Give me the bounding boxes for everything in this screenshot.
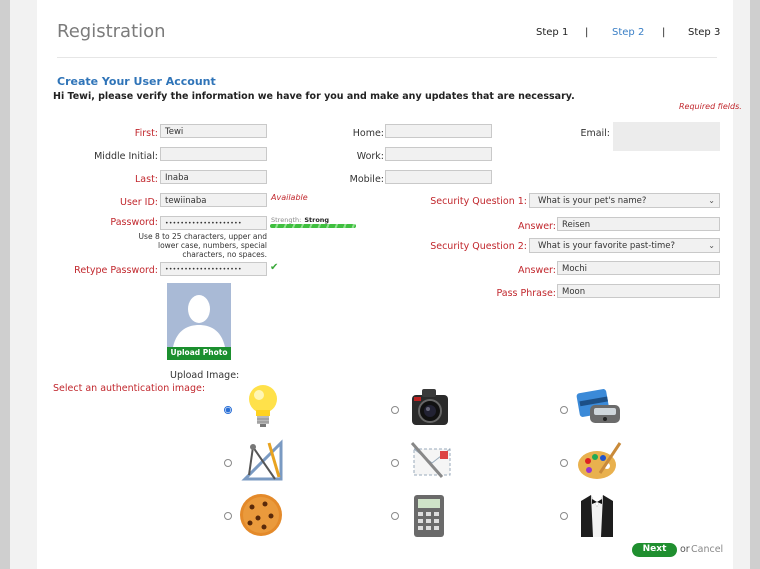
home-phone-input[interactable]: [385, 124, 492, 138]
strength-meter-track: [270, 224, 356, 228]
home-phone-label: Home:: [352, 128, 384, 139]
user-id-input[interactable]: tewiinaba: [160, 193, 267, 207]
step-2-link[interactable]: Step 2: [612, 27, 644, 38]
security-question-2-label: Security Question 2:: [430, 241, 527, 252]
mobile-phone-input[interactable]: [385, 170, 492, 184]
security-question-2-value: What is your favorite past-time?: [538, 241, 676, 251]
last-name-label: Last:: [135, 174, 158, 185]
header-divider: [57, 57, 717, 58]
answer-2-label: Answer:: [517, 265, 556, 276]
section-heading: Create Your User Account: [57, 75, 216, 88]
email-field-redacted[interactable]: [613, 122, 720, 151]
upload-image-label: Upload Image:: [170, 370, 240, 381]
upload-photo-button[interactable]: Upload Photo: [167, 347, 231, 360]
pass-phrase-label: Pass Phrase:: [496, 288, 556, 299]
answer-2-input[interactable]: Mochi: [557, 261, 720, 275]
step-1-link[interactable]: Step 1: [536, 27, 568, 38]
auth-image-label: Select an authentication image:: [53, 383, 206, 394]
page-title: Registration: [57, 21, 166, 42]
security-question-1-value: What is your pet's name?: [538, 196, 647, 206]
calculator-icon[interactable]: [412, 493, 446, 542]
or-text: or: [680, 544, 690, 555]
password-input[interactable]: ••••••••••••••••••••: [160, 216, 267, 230]
user-id-label: User ID:: [120, 197, 158, 208]
auth-radio-drafting-tools[interactable]: [224, 459, 232, 467]
next-button[interactable]: Next: [632, 543, 677, 557]
credit-card-icon[interactable]: [576, 387, 622, 430]
auth-radio-camera[interactable]: [391, 406, 399, 414]
step-separator: |: [662, 27, 666, 38]
envelope-icon[interactable]: [408, 439, 454, 486]
step-separator: |: [585, 27, 589, 38]
profile-photo: [167, 283, 231, 347]
password-hint: Use 8 to 25 characters, upper and lower …: [130, 232, 267, 259]
camera-icon[interactable]: [410, 385, 450, 434]
security-question-2-select[interactable]: What is your favorite past-time? ⌄: [529, 238, 720, 253]
auth-radio-envelope[interactable]: [391, 459, 399, 467]
pass-phrase-input[interactable]: Moon: [557, 284, 720, 298]
auth-radio-cookie[interactable]: [224, 512, 232, 520]
security-question-1-label: Security Question 1:: [430, 196, 527, 207]
auth-radio-calculator[interactable]: [391, 512, 399, 520]
work-phone-input[interactable]: [385, 147, 492, 161]
password-hint-line: Use 8 to 25 characters, upper and: [138, 232, 267, 241]
required-fields-note: Required fields.: [679, 102, 742, 111]
email-label: Email:: [580, 128, 610, 139]
strength-meter-fill: [270, 224, 356, 228]
strength-value: Strong: [304, 216, 330, 224]
first-name-label: First:: [134, 128, 158, 139]
password-hint-line: characters, no spaces.: [182, 250, 267, 259]
password-label: Password:: [110, 217, 158, 228]
chevron-down-icon: ⌄: [708, 241, 715, 250]
answer-1-input[interactable]: Reisen: [557, 217, 720, 231]
auth-radio-tuxedo[interactable]: [560, 512, 568, 520]
answer-1-label: Answer:: [517, 221, 556, 232]
checkmark-icon: ✔: [270, 262, 279, 273]
auth-radio-paint-palette[interactable]: [560, 459, 568, 467]
cookie-icon[interactable]: [238, 492, 284, 541]
drafting-tools-icon[interactable]: [241, 439, 285, 486]
first-name-input[interactable]: Tewi: [160, 124, 267, 138]
avatar-silhouette-icon: [167, 283, 231, 347]
password-hint-line: lower case, numbers, special: [157, 241, 267, 250]
user-id-status: Available: [271, 193, 308, 202]
intro-text: Hi Tewi, please verify the information w…: [53, 91, 575, 102]
mobile-phone-label: Mobile:: [349, 174, 384, 185]
chevron-down-icon: ⌄: [708, 196, 715, 205]
step-3-link[interactable]: Step 3: [688, 27, 720, 38]
auth-radio-credit-card[interactable]: [560, 406, 568, 414]
cancel-link[interactable]: Cancel: [691, 544, 723, 555]
tuxedo-icon[interactable]: [577, 491, 617, 542]
middle-initial-label: Middle Initial:: [94, 151, 158, 162]
auth-radio-lightbulb[interactable]: [224, 406, 232, 414]
retype-password-input[interactable]: ••••••••••••••••••••: [160, 262, 267, 276]
retype-password-label: Retype Password:: [74, 265, 158, 276]
lightbulb-icon[interactable]: [243, 382, 283, 433]
strength-label: Strength:: [271, 216, 302, 224]
work-phone-label: Work:: [356, 151, 384, 162]
middle-initial-input[interactable]: [160, 147, 267, 161]
security-question-1-select[interactable]: What is your pet's name? ⌄: [529, 193, 720, 208]
paint-palette-icon[interactable]: [576, 439, 622, 486]
last-name-input[interactable]: Inaba: [160, 170, 267, 184]
